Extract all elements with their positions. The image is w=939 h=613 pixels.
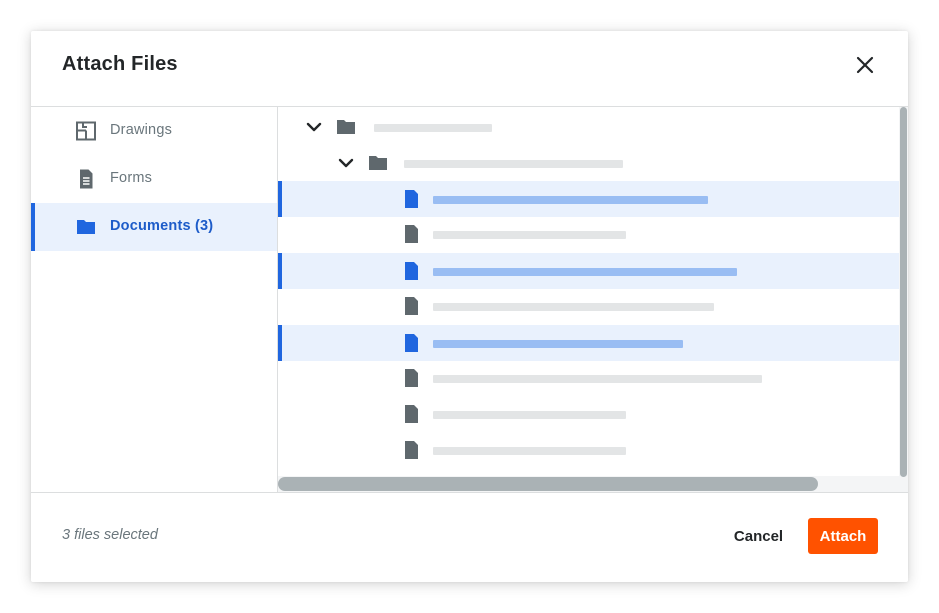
tree-file-row[interactable]	[278, 216, 899, 252]
sidebar-item-label: Forms	[110, 170, 153, 186]
tree-file-row[interactable]	[278, 360, 899, 396]
close-button[interactable]	[854, 54, 876, 76]
item-name-placeholder	[433, 268, 737, 276]
item-name-placeholder	[433, 303, 714, 311]
cancel-button[interactable]: Cancel	[721, 518, 796, 554]
file-icon	[402, 296, 422, 316]
item-name-placeholder	[433, 375, 762, 383]
file-icon	[402, 440, 422, 460]
tree-file-row[interactable]	[278, 325, 899, 361]
folder-icon	[75, 217, 97, 237]
item-name-placeholder	[433, 231, 626, 239]
item-name-placeholder	[404, 160, 623, 168]
dialog-header: Attach Files	[31, 31, 908, 107]
selection-status: 3 files selected	[62, 527, 158, 543]
chevron-down-icon[interactable]	[337, 154, 355, 172]
tree-folder-row[interactable]	[278, 145, 899, 181]
file-tree	[278, 107, 908, 492]
file-icon	[402, 333, 422, 353]
attach-files-dialog: Attach Files Drawings Forms Documents (3…	[31, 31, 908, 582]
sidebar-item-documents[interactable]: Documents (3)	[31, 203, 277, 251]
file-icon	[402, 189, 422, 209]
folder-icon	[368, 153, 388, 173]
attach-button[interactable]: Attach	[808, 518, 878, 554]
file-icon	[402, 261, 422, 281]
sidebar-item-forms[interactable]: Forms	[31, 155, 277, 203]
folder-icon	[336, 117, 356, 137]
source-sidebar: Drawings Forms Documents (3)	[31, 107, 278, 492]
sidebar-item-label: Drawings	[110, 122, 173, 138]
horizontal-scrollbar-thumb[interactable]	[278, 477, 818, 491]
file-icon	[402, 224, 422, 244]
tree-file-row[interactable]	[278, 181, 899, 217]
vertical-scrollbar-thumb[interactable]	[900, 107, 907, 477]
chevron-down-icon[interactable]	[305, 118, 323, 136]
item-name-placeholder	[433, 411, 626, 419]
form-document-icon	[75, 169, 97, 189]
sidebar-item-label: Documents (3)	[110, 218, 214, 234]
dialog-title: Attach Files	[62, 53, 178, 75]
tree-file-row[interactable]	[278, 253, 899, 289]
close-icon	[856, 56, 874, 74]
tree-file-row[interactable]	[278, 432, 899, 468]
item-name-placeholder	[374, 124, 492, 132]
tree-file-row[interactable]	[278, 288, 899, 324]
drawing-icon	[75, 121, 97, 141]
item-name-placeholder	[433, 447, 626, 455]
tree-folder-row[interactable]	[278, 109, 899, 145]
item-name-placeholder	[433, 196, 708, 204]
item-name-placeholder	[433, 340, 683, 348]
file-icon	[402, 404, 422, 424]
dialog-footer: 3 files selected Cancel Attach	[31, 492, 908, 582]
file-icon	[402, 368, 422, 388]
tree-file-row[interactable]	[278, 396, 899, 432]
sidebar-item-drawings[interactable]: Drawings	[31, 107, 277, 155]
